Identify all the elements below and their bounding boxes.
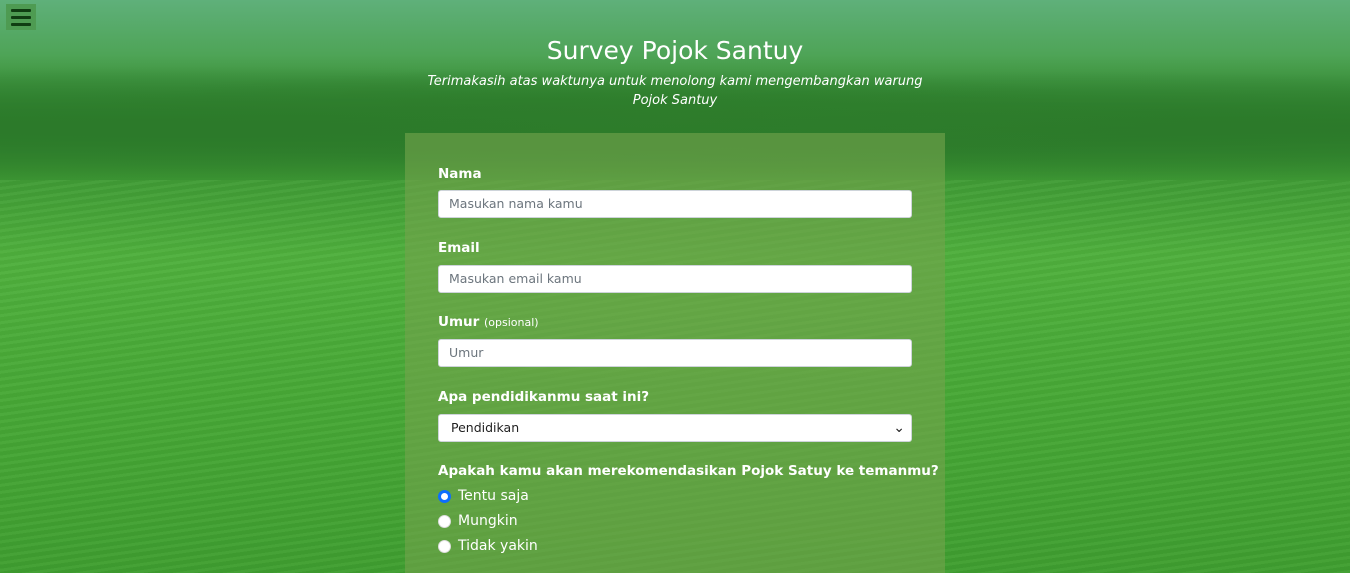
nama-label: Nama — [438, 166, 482, 182]
radio-label: Tentu saja — [458, 488, 529, 504]
radio-button[interactable] — [438, 489, 451, 503]
rekomendasi-label: Apakah kamu akan merekomendasikan Pojok … — [438, 463, 939, 479]
radio-button[interactable] — [438, 514, 451, 528]
menu-bar — [11, 8, 31, 12]
chevron-down-icon: ⌄ — [893, 420, 905, 436]
radio-option-tentu-saja[interactable]: Tentu saja — [438, 488, 529, 504]
umur-label-text: Umur — [438, 314, 480, 330]
email-label: Email — [438, 240, 480, 256]
menu-bar — [11, 22, 31, 26]
radio-option-tidak-yakin[interactable]: Tidak yakin — [438, 538, 538, 554]
menu-bar — [11, 15, 31, 19]
pendidikan-select[interactable]: Pendidikan ⌄ — [438, 414, 912, 442]
umur-label: Umur (opsional) — [438, 314, 539, 330]
radio-option-mungkin[interactable]: Mungkin — [438, 513, 518, 529]
email-input[interactable]: Masukan email kamu — [438, 265, 912, 293]
nama-input[interactable]: Masukan nama kamu — [438, 190, 912, 218]
radio-label: Tidak yakin — [458, 538, 538, 554]
page-subtitle: Terimakasih atas waktunya untuk menolong… — [415, 72, 935, 110]
pendidikan-selected-value: Pendidikan — [451, 420, 520, 435]
radio-button[interactable] — [438, 539, 451, 553]
umur-optional-note: (opsional) — [484, 316, 539, 329]
subtitle-line-2: Pojok Santuy — [632, 93, 718, 108]
umur-input[interactable]: Umur — [438, 339, 912, 367]
subtitle-line-1: Terimakasih atas waktunya untuk menolong… — [427, 74, 923, 89]
pendidikan-label: Apa pendidikanmu saat ini? — [438, 389, 650, 405]
page-title: Survey Pojok Santuy — [546, 36, 804, 65]
radio-label: Mungkin — [458, 513, 518, 529]
hamburger-menu-icon[interactable] — [6, 4, 36, 30]
